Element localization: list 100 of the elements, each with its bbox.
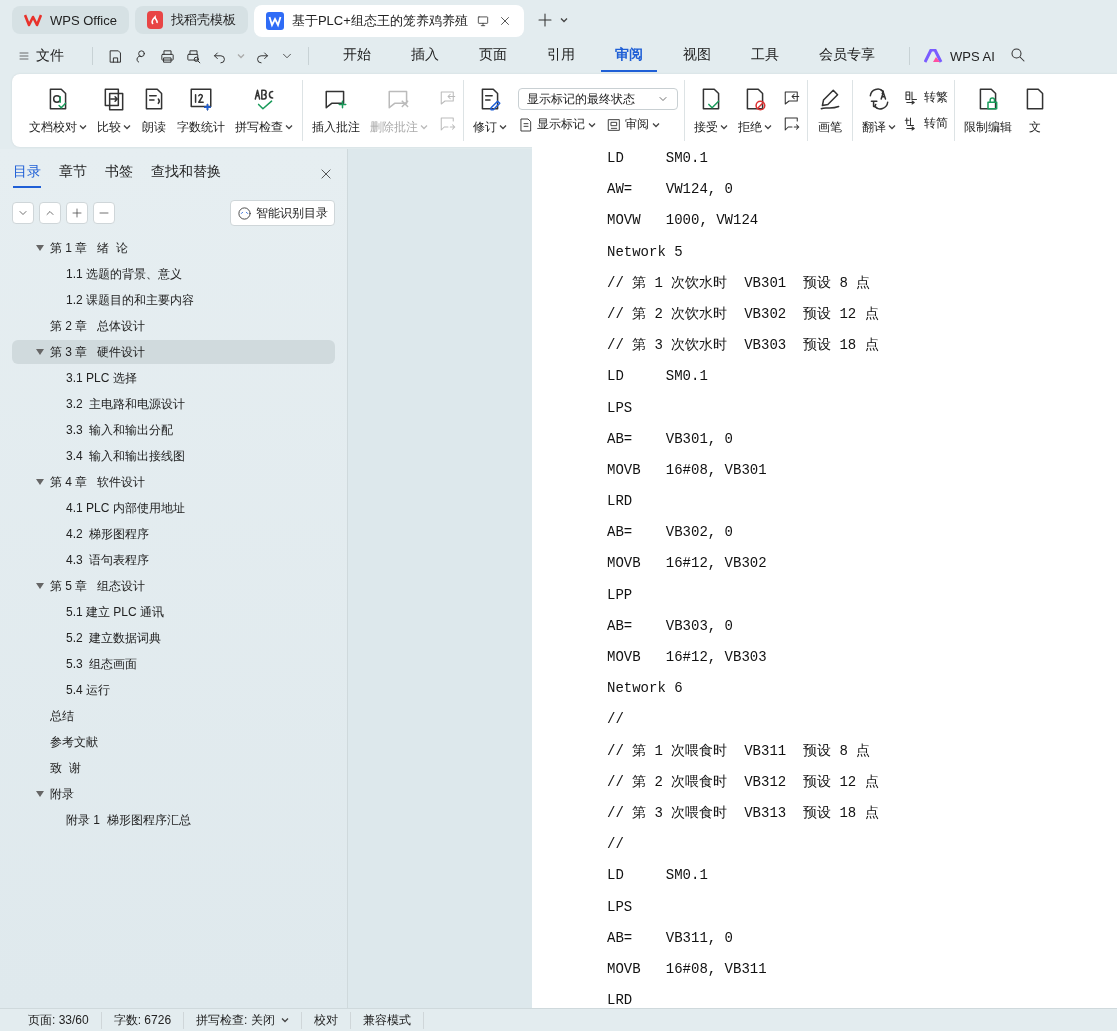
ribbon-button[interactable]: 画笔 xyxy=(814,81,846,140)
outline-item[interactable]: 5.3 组态画面 xyxy=(12,652,335,676)
code-line: AB= VB311, 0 xyxy=(607,928,735,948)
face-icon xyxy=(237,205,252,221)
expand-button[interactable] xyxy=(39,202,61,224)
ribbon-button[interactable]: 拒绝 xyxy=(735,81,775,140)
file-menu[interactable]: 文件 xyxy=(18,47,64,65)
ribbon-button[interactable]: 显示标记 xyxy=(518,116,596,133)
status-item[interactable]: 拼写检查: 关闭 xyxy=(184,1011,302,1029)
outline-item[interactable]: 3.2 主电路和电源设计 xyxy=(12,392,335,416)
comment-arrow-right-icon xyxy=(783,114,801,133)
menu-tab[interactable]: 工具 xyxy=(737,40,793,72)
caret-icon xyxy=(420,124,428,130)
outline-item[interactable]: 4.2 梯形图程序 xyxy=(12,522,335,546)
menu-tab[interactable]: 会员专享 xyxy=(805,40,889,72)
code-line: AB= VB301, 0 xyxy=(607,429,735,449)
add-button[interactable] xyxy=(66,202,88,224)
sidebar-tab[interactable]: 书签 xyxy=(105,163,133,188)
code-line: // 第 1 次饮水时 VB301 预设 8 点 xyxy=(607,273,872,293)
ribbon-button[interactable]: 修订 xyxy=(470,81,510,140)
outline-item[interactable]: 3.4 输入和输出接线图 xyxy=(12,444,335,468)
sidebar-tab[interactable]: 目录 xyxy=(13,163,41,188)
ribbon-button[interactable]: 字数统计 xyxy=(174,81,228,140)
status-item[interactable]: 字数: 6726 xyxy=(101,1011,185,1029)
code-line: MOVB 16#12, VB302 xyxy=(607,554,768,574)
outline-item[interactable]: 致 谢 xyxy=(12,756,335,780)
menu-tab[interactable]: 页面 xyxy=(465,40,521,72)
caret-icon xyxy=(237,53,245,59)
outline-item[interactable]: 4.3 语句表程序 xyxy=(12,548,335,572)
outline-item[interactable]: 参考文献 xyxy=(12,730,335,754)
ribbon-button[interactable]: 接受 xyxy=(691,81,731,140)
outline-item[interactable]: 3.3 输入和输出分配 xyxy=(12,418,335,442)
ribbon-button[interactable]: 审阅 xyxy=(606,116,660,133)
save-icon xyxy=(107,47,124,65)
code-line: LRD xyxy=(607,492,634,512)
outline-item[interactable]: 第 1 章 绪 论 xyxy=(12,236,335,260)
ribbon-button[interactable]: 插入批注 xyxy=(309,81,363,140)
ribbon-button[interactable]: 朗读 xyxy=(138,81,170,140)
outline-item[interactable]: 总结 xyxy=(12,704,335,728)
ribbon-button[interactable]: 文 xyxy=(1019,81,1051,140)
comment-arrow-left-icon xyxy=(439,88,457,107)
caret-icon xyxy=(123,124,131,130)
code-line: MOVB 16#08, VB301 xyxy=(607,460,768,480)
show-markup-icon xyxy=(518,116,534,133)
ribbon-button[interactable]: 转简 xyxy=(903,114,948,133)
document-logo-icon xyxy=(265,12,284,30)
code-line: LD SM0.1 xyxy=(607,866,709,886)
markup-dropdown[interactable]: 显示标记的最终状态 xyxy=(518,88,678,110)
window-tab[interactable]: 找稻壳模板 xyxy=(134,6,248,34)
window-tab[interactable]: 基于PLC+组态王的笼养鸡养殖 xyxy=(253,5,524,37)
ribbon-button[interactable]: 拼写检查 xyxy=(232,81,296,140)
ribbon-button[interactable]: 文档校对 xyxy=(26,81,90,140)
outline-item[interactable]: 第 3 章 硬件设计 xyxy=(12,340,335,364)
menu-tab[interactable]: 视图 xyxy=(669,40,725,72)
outline-item[interactable]: 附录 xyxy=(12,782,335,806)
print-icon xyxy=(159,47,176,65)
status-item[interactable]: 兼容模式 xyxy=(350,1011,424,1029)
status-item[interactable]: 页面: 33/60 xyxy=(16,1011,102,1029)
remove-button[interactable] xyxy=(93,202,115,224)
caret-icon xyxy=(764,124,772,130)
code-line: // 第 3 次喂食时 VB313 预设 18 点 xyxy=(607,803,880,823)
ribbon-button[interactable]: 限制编辑 xyxy=(961,81,1015,140)
next-comment-button[interactable] xyxy=(783,114,801,133)
outline-item[interactable]: 1.2 课题目的和主要内容 xyxy=(12,288,335,312)
ai-button[interactable]: WPS AI xyxy=(924,48,995,64)
expanded-triangle-icon xyxy=(36,478,44,486)
code-line: AB= VB302, 0 xyxy=(607,523,735,543)
outline-item[interactable]: 5.4 运行 xyxy=(12,678,335,702)
window-tab[interactable]: WPS Office xyxy=(12,6,129,34)
code-line: MOVB 16#08, VB311 xyxy=(607,959,768,979)
ribbon-button[interactable]: 比较 xyxy=(94,81,134,140)
outline-item[interactable]: 5.2 建立数据词典 xyxy=(12,626,335,650)
ribbon-button[interactable]: 转繁 xyxy=(903,88,948,107)
sidebar-tab[interactable]: 章节 xyxy=(59,163,87,188)
outline-item[interactable]: 4.1 PLC 内部使用地址 xyxy=(12,496,335,520)
caret-icon xyxy=(652,121,660,128)
code-line: // 第 3 次饮水时 VB303 预设 18 点 xyxy=(607,336,880,356)
outline-item[interactable]: 第 2 章 总体设计 xyxy=(12,314,335,338)
status-item[interactable]: 校对 xyxy=(301,1011,351,1029)
previous-comment-button[interactable] xyxy=(783,88,801,107)
menu-tab[interactable]: 开始 xyxy=(329,40,385,72)
menu-tab[interactable]: 插入 xyxy=(397,40,453,72)
menu-tab[interactable]: 引用 xyxy=(533,40,589,72)
outline-item[interactable]: 第 4 章 软件设计 xyxy=(12,470,335,494)
code-line: // xyxy=(607,710,625,730)
outline-item[interactable]: 第 5 章 组态设计 xyxy=(12,574,335,598)
outline-item[interactable]: 1.1 选题的背景、意义 xyxy=(12,262,335,286)
review-pane-icon xyxy=(606,116,622,133)
print-preview-icon xyxy=(185,47,202,65)
comment-arrow-right-icon xyxy=(439,114,457,133)
sidebar-tab[interactable]: 查找和替换 xyxy=(151,163,221,188)
outline-item[interactable]: 5.1 建立 PLC 通讯 xyxy=(12,600,335,624)
code-line: AB= VB303, 0 xyxy=(607,616,735,636)
comment-arrow-left-icon xyxy=(783,88,801,107)
smart-toc-button[interactable]: 智能识别目录 xyxy=(230,200,335,226)
collapse-button[interactable] xyxy=(12,202,34,224)
ribbon-button[interactable]: 翻译 xyxy=(859,81,899,140)
caret-icon xyxy=(499,124,507,130)
outline-item[interactable]: 附录 1 梯形图程序汇总 xyxy=(12,808,335,832)
outline-item[interactable]: 3.1 PLC 选择 xyxy=(12,366,335,390)
